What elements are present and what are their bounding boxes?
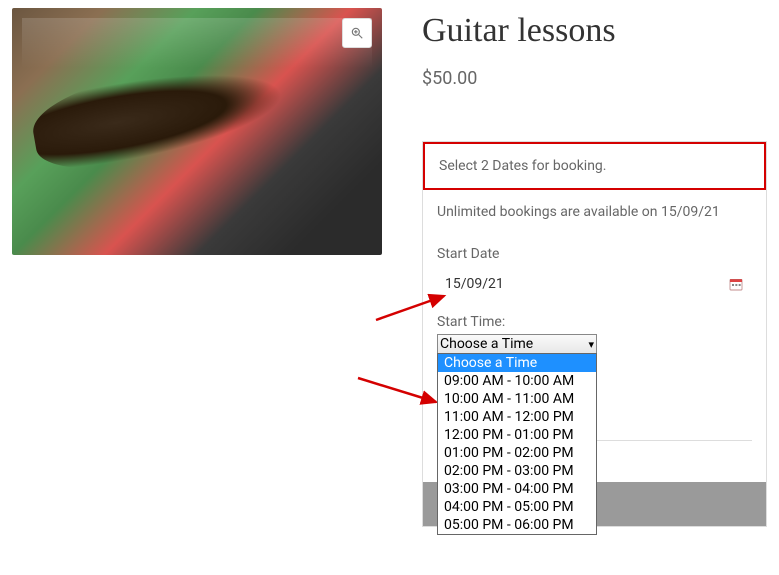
time-option[interactable]: 04:00 PM - 05:00 PM xyxy=(438,498,596,516)
select-dates-message: Select 2 Dates for booking. xyxy=(423,142,766,190)
time-option[interactable]: 02:00 PM - 03:00 PM xyxy=(438,462,596,480)
booking-form: Select 2 Dates for booking. Unlimited bo… xyxy=(422,141,767,527)
time-option[interactable]: Choose a Time xyxy=(438,354,596,372)
calendar-icon[interactable] xyxy=(728,276,744,292)
start-time-select[interactable]: Choose a Time ▾ xyxy=(437,334,597,354)
time-option[interactable]: 12:00 PM - 01:00 PM xyxy=(438,426,596,444)
start-date-field: Start Date 15/09/21 xyxy=(423,238,766,314)
availability-message: Unlimited bookings are available on 15/0… xyxy=(423,190,766,238)
time-option[interactable]: 11:00 AM - 12:00 PM xyxy=(438,408,596,426)
start-time-selected: Choose a Time xyxy=(440,336,533,352)
time-option[interactable]: 09:00 AM - 10:00 AM xyxy=(438,372,596,390)
time-dropdown[interactable]: Choose a Time09:00 AM - 10:00 AM10:00 AM… xyxy=(437,353,597,535)
time-option[interactable]: 10:00 AM - 11:00 AM xyxy=(438,390,596,408)
product-title: Guitar lessons xyxy=(422,12,767,50)
time-option[interactable]: 01:00 PM - 02:00 PM xyxy=(438,444,596,462)
start-time-label: Start Time: xyxy=(437,314,752,330)
start-date-input[interactable]: 15/09/21 xyxy=(439,276,504,292)
time-option[interactable]: 05:00 PM - 06:00 PM xyxy=(438,516,596,534)
product-image[interactable] xyxy=(12,8,382,255)
product-price: $50.00 xyxy=(422,68,767,89)
time-option[interactable]: 03:00 PM - 04:00 PM xyxy=(438,480,596,498)
zoom-icon[interactable] xyxy=(342,18,372,48)
start-date-label: Start Date xyxy=(437,246,752,262)
chevron-down-icon: ▾ xyxy=(588,338,594,351)
